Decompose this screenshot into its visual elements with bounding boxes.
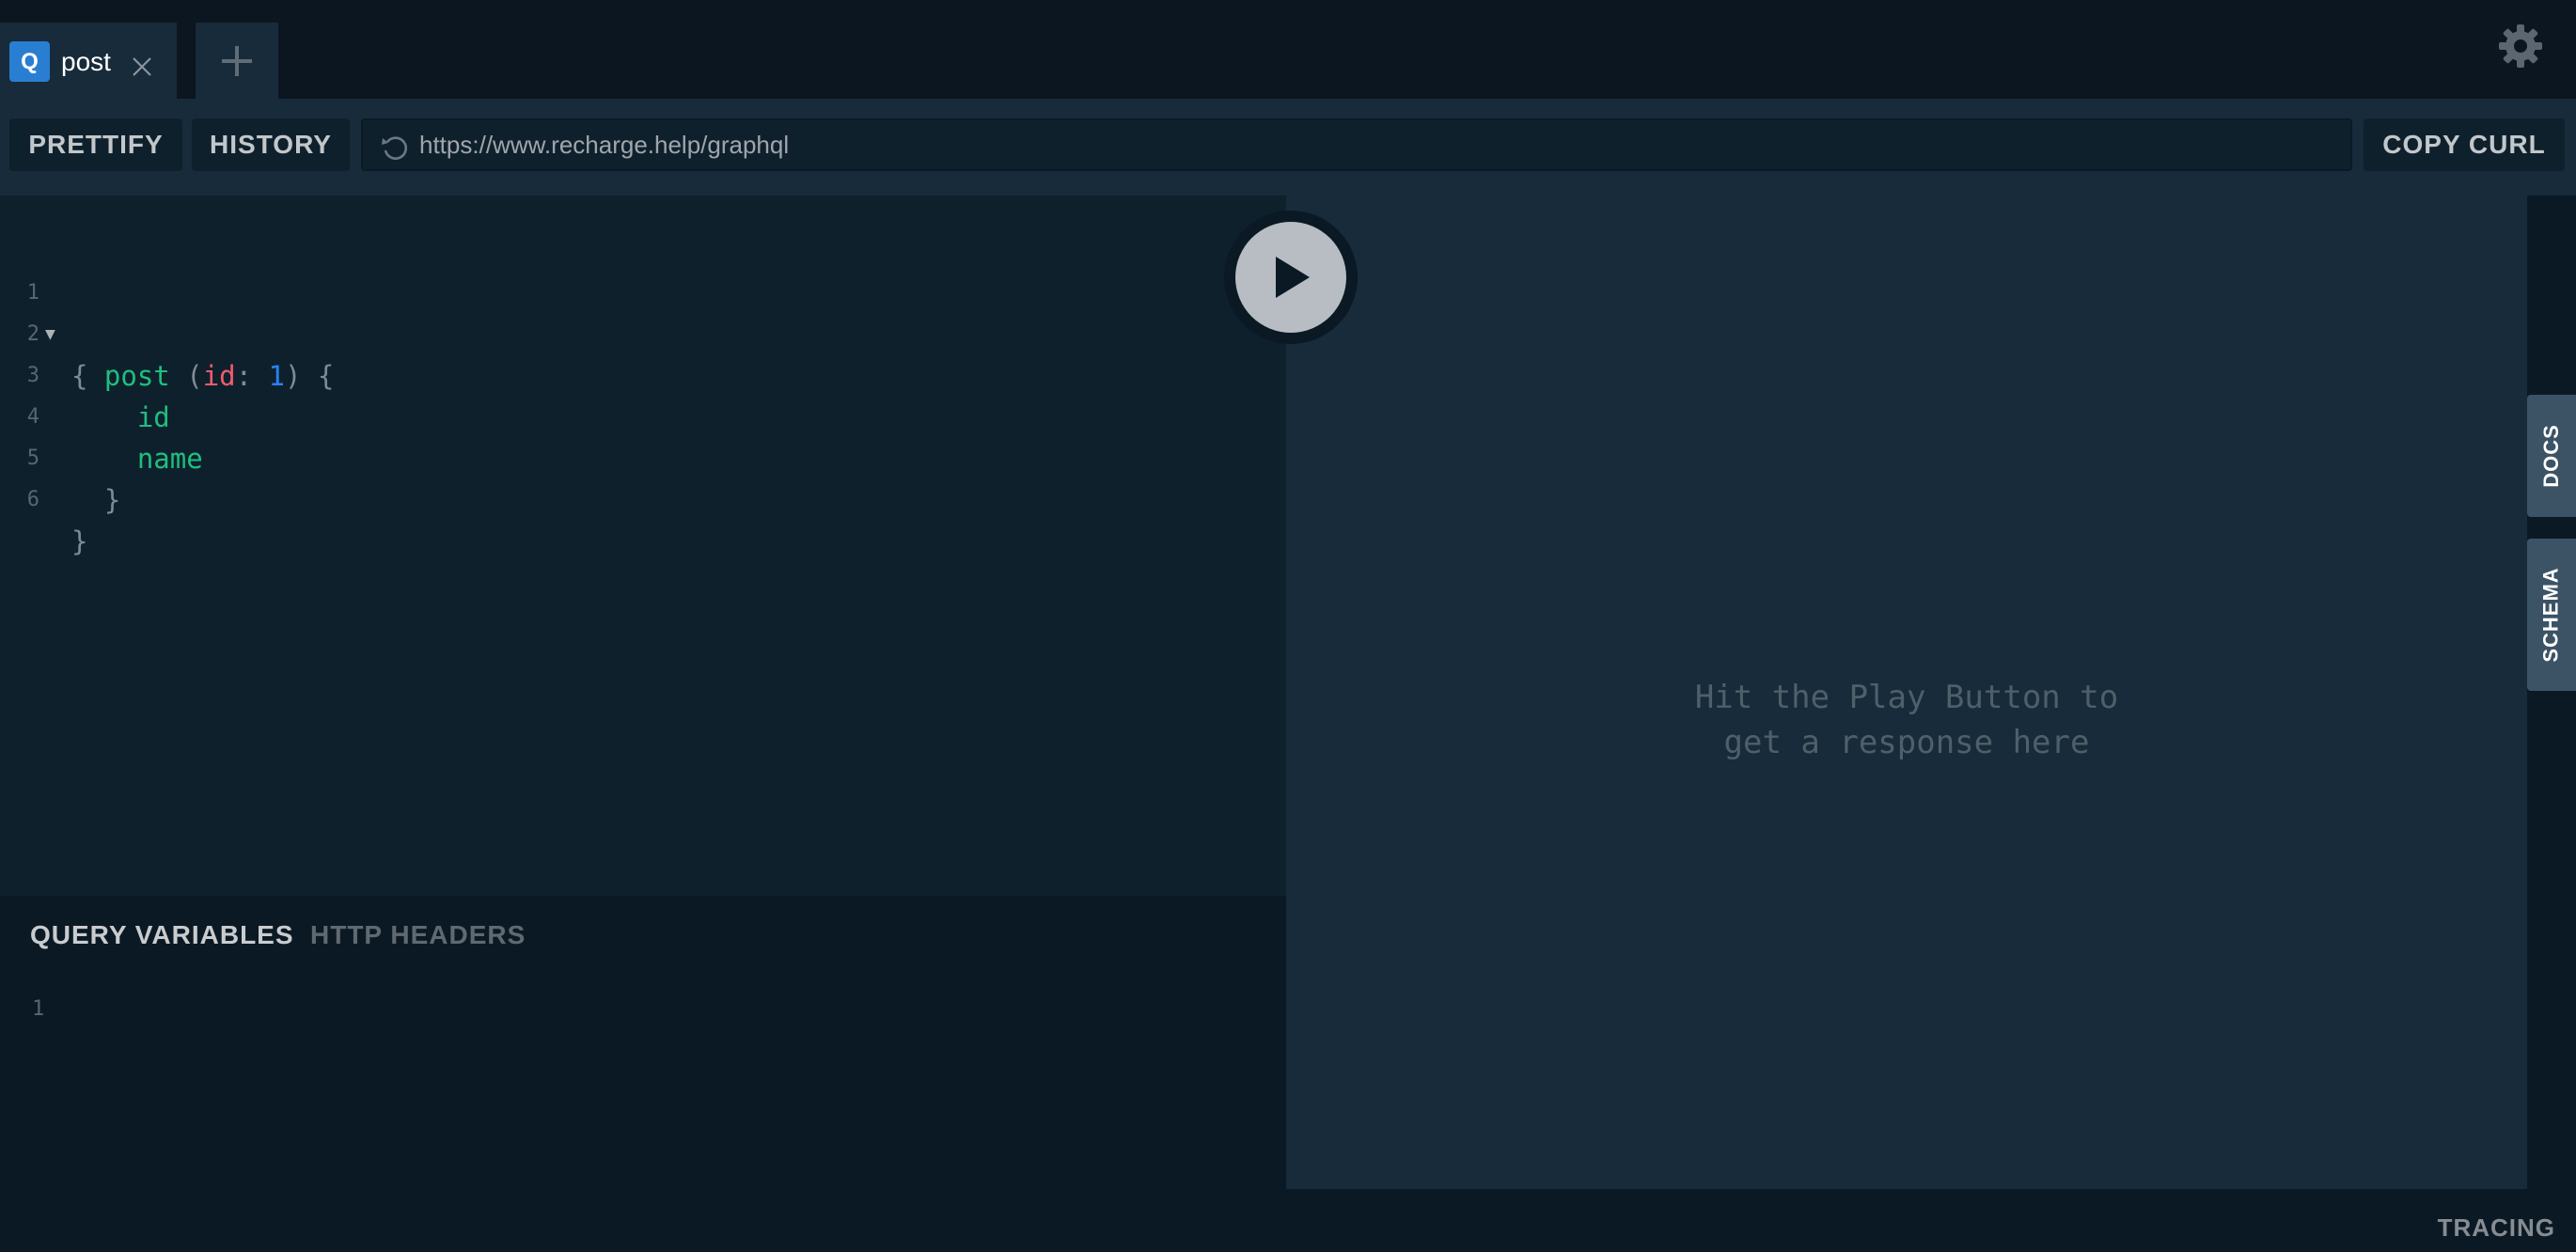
query-editor[interactable]: 1 ▼ { 2 post (id: 1) { 3 id 4 name 5 } 6… (0, 196, 1286, 896)
brace-close: } (71, 525, 88, 557)
tab-query-variables[interactable]: QUERY VARIABLES (30, 920, 294, 950)
code-line: 3 id (0, 314, 1279, 433)
play-button-ring (1224, 211, 1358, 344)
line-number: 6 (26, 488, 39, 511)
code-line: 5 } (0, 397, 1279, 516)
hint-line: Hit the Play Button to (1694, 679, 2119, 716)
code-line: 1 ▼ { (0, 231, 1279, 392)
query-badge: Q (9, 41, 50, 82)
code-line: 6 } (0, 438, 1279, 557)
close-icon[interactable] (131, 55, 153, 78)
copy-curl-button[interactable]: COPY CURL (2364, 118, 2565, 171)
reload-icon[interactable] (380, 133, 410, 164)
endpoint-url-input[interactable] (419, 120, 2337, 169)
code-line: 2 post (id: 1) { (0, 273, 1279, 392)
hint-line: get a response here (1723, 724, 2090, 761)
new-tab-button[interactable] (196, 23, 278, 99)
result-panel: Hit the Play Button to get a response he… (1286, 196, 2527, 1189)
code-line: 4 name (0, 355, 1279, 475)
tab-http-headers[interactable]: HTTP HEADERS (310, 920, 526, 950)
toolbar: PRETTIFY HISTORY COPY CURL (0, 99, 2576, 196)
graphql-playground: Q post PRETTIFY HISTORY https://www.rech… (0, 0, 2576, 1252)
play-button[interactable] (1235, 222, 1346, 333)
tab-label: post (61, 47, 111, 76)
tab-bar: Q post (0, 0, 2576, 99)
tab-post[interactable]: Q post (0, 23, 177, 99)
gear-icon[interactable] (2497, 23, 2544, 70)
history-button[interactable]: HISTORY (192, 118, 350, 171)
line-number: 1 (32, 997, 45, 1021)
prettify-button[interactable]: PRETTIFY (9, 118, 182, 171)
endpoint-url-bar (361, 118, 2352, 171)
docs-tab[interactable]: DOCS (2527, 395, 2576, 517)
result-placeholder: Hit the Play Button to get a response he… (1286, 675, 2527, 765)
plus-icon (222, 45, 252, 76)
tracing-button[interactable]: TRACING (2438, 1213, 2555, 1243)
schema-tab[interactable]: SCHEMA (2527, 539, 2576, 691)
brace-close: } (103, 484, 121, 516)
docs-label: DOCS (2539, 424, 2563, 488)
footer: TRACING (0, 1189, 2576, 1252)
schema-label: SCHEMA (2539, 567, 2563, 663)
variables-panel: QUERY VARIABLES HTTP HEADERS 1 (0, 896, 1286, 1189)
play-icon (1276, 257, 1310, 298)
